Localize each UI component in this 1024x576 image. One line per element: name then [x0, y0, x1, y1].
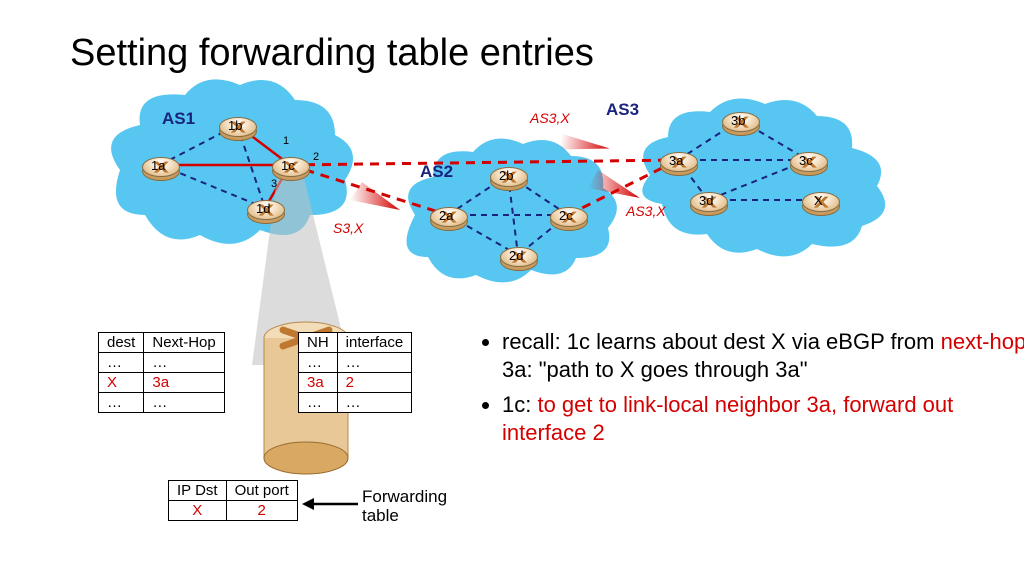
- if-h-nh: NH: [299, 333, 338, 353]
- router-label-1d: 1d: [256, 201, 270, 216]
- msg-as3x-1: AS3,X: [530, 110, 570, 126]
- bullet-2: 1c: to get to link-local neighbor 3a, fo…: [502, 391, 1024, 446]
- page-title: Setting forwarding table entries: [70, 32, 594, 75]
- port-2: 2: [313, 151, 319, 163]
- router-label-1a: 1a: [151, 158, 165, 173]
- bullet-1: recall: 1c learns about dest X via eBGP …: [502, 328, 1024, 383]
- bullet-list: recall: 1c learns about dest X via eBGP …: [462, 328, 1024, 454]
- interface-table: NHinterface …… 3a2 ……: [298, 332, 412, 413]
- port-1: 1: [283, 135, 289, 147]
- router-label-1b: 1b: [228, 118, 242, 133]
- router-label-3b: 3b: [731, 113, 745, 128]
- fwd-h-out: Out port: [226, 481, 297, 501]
- router-label-3a: 3a: [669, 153, 683, 168]
- port-3: 3: [271, 178, 277, 190]
- router-label-1c: 1c: [281, 158, 295, 173]
- forwarding-table-label: Forwarding table: [362, 488, 447, 525]
- router-label-3d: 3d: [699, 193, 713, 208]
- fwd-h-ip: IP Dst: [169, 481, 227, 501]
- bgp-h-nh: Next-Hop: [144, 333, 224, 353]
- as-label-2: AS2: [420, 162, 453, 182]
- router-label-x: X: [814, 193, 823, 208]
- forwarding-table: IP DstOut port X2: [168, 480, 298, 521]
- msg-as3x-2: AS3,X: [626, 203, 666, 219]
- bgp-table: destNext-Hop …… X3a ……: [98, 332, 225, 413]
- router-label-2c: 2c: [559, 208, 573, 223]
- as-label-1: AS1: [162, 109, 195, 129]
- bgp-h-dest: dest: [99, 333, 144, 353]
- router-label-3c: 3c: [799, 153, 813, 168]
- arrow-to-ft: [300, 492, 360, 516]
- if-h-if: interface: [337, 333, 412, 353]
- router-label-2d: 2d: [509, 248, 523, 263]
- router-label-2a: 2a: [439, 208, 453, 223]
- router-label-2b: 2b: [499, 168, 513, 183]
- msg-as3x-3: S3,X: [333, 220, 363, 236]
- as-label-3: AS3: [606, 100, 639, 120]
